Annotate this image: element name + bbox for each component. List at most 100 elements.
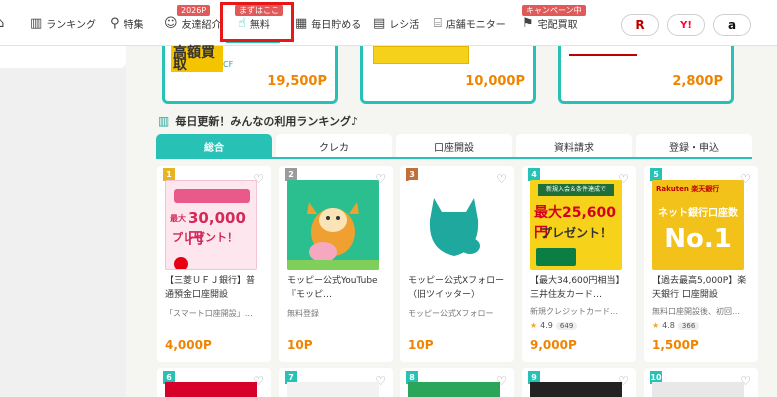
card-points: 10P bbox=[408, 338, 434, 352]
left-panel bbox=[0, 46, 126, 68]
top-nav: ⌂ ▥ ランキング ⚲ 特集 2026P ☺ 友達紹介 まずはここ ☝ 無料 ▦… bbox=[0, 0, 777, 46]
ranking-icon: ▥ bbox=[30, 15, 43, 31]
nav-label: 宅配買取 bbox=[537, 19, 578, 31]
offer-thumb: 高額買取 bbox=[171, 46, 223, 72]
offer-points: 10,000P bbox=[465, 74, 525, 89]
card-sub: 無料口座開設後、初回… bbox=[652, 307, 740, 316]
rating-value: 4.9 bbox=[540, 321, 553, 330]
mufg-logo bbox=[174, 257, 188, 269]
nav-label: 友達紹介 bbox=[181, 19, 222, 31]
card-thumbnail: 最大 30,000円 プレゼント！ bbox=[165, 180, 257, 270]
card-name: モッピー公式Xフォロー（旧ツイッター） bbox=[408, 276, 505, 300]
card-rating: ★ 4.8 366 bbox=[652, 321, 700, 330]
ranking-icon: ▥ bbox=[158, 114, 170, 128]
ranking-heading: ▥ 毎日更新！みんなの利用ランキング♪ bbox=[158, 113, 358, 129]
card-image bbox=[536, 248, 576, 266]
thumb-text: Rakuten 楽天銀行 bbox=[656, 185, 720, 193]
home-fragment[interactable]: ⌂ bbox=[0, 0, 4, 46]
tab-overall[interactable]: 総合 bbox=[156, 134, 272, 158]
card-points: 9,000P bbox=[530, 338, 577, 352]
moppy-mascot-icon bbox=[287, 202, 379, 270]
rating-value: 4.8 bbox=[662, 321, 675, 330]
rakuten-store-button[interactable]: R bbox=[621, 14, 659, 36]
highlight-box bbox=[220, 2, 294, 42]
ranking-card[interactable]: 2 ♡ モッピー公式YouTube『モッピ… 無料登録 10P bbox=[279, 166, 393, 362]
pin-icon: ⚲ bbox=[110, 15, 120, 31]
nav-item-ranking[interactable]: ▥ ランキング bbox=[30, 0, 96, 46]
card-thumbnail bbox=[408, 180, 500, 270]
yahoo-store-button[interactable]: Y! bbox=[667, 14, 705, 36]
ranking-card[interactable]: 7 ♡ bbox=[279, 368, 393, 397]
ranking-card[interactable]: 3 ♡ モッピー公式Xフォロー（旧ツイッター） モッピー公式Xフォロー 10P bbox=[400, 166, 514, 362]
ranking-title: 毎日更新！みんなの利用ランキング♪ bbox=[175, 115, 359, 128]
calendar-icon: ▦ bbox=[295, 15, 308, 31]
review-count: 649 bbox=[555, 321, 578, 330]
card-thumbnail bbox=[287, 382, 379, 397]
tab-underline bbox=[156, 157, 752, 159]
offer-thumb bbox=[569, 46, 637, 56]
ranking-card[interactable]: 4 ♡ 新規入会＆条件達成で 最大25,600円 プレゼント！ 【最大34,60… bbox=[522, 166, 636, 362]
left-gutter bbox=[0, 46, 126, 397]
offer-card[interactable]: 10,000P bbox=[360, 46, 536, 104]
nav-label: 店舗モニター bbox=[445, 19, 506, 31]
card-points: 10P bbox=[287, 338, 313, 352]
card-thumbnail bbox=[165, 382, 257, 397]
card-name: 【三菱ＵＦＪ銀行】普通預金口座開設 bbox=[165, 276, 256, 300]
tab-register[interactable]: 登録・申込 bbox=[636, 134, 752, 158]
ranking-card[interactable]: 5 ♡ Rakuten 楽天銀行 ネット銀行口座数 No.1 【過去最高5,00… bbox=[644, 166, 758, 362]
card-sub: 新規クレジットカード… bbox=[530, 307, 618, 316]
thumb-banner bbox=[174, 189, 250, 203]
nav-item-monitor[interactable]: ⌸ 店舗モニター bbox=[434, 0, 506, 46]
review-count: 366 bbox=[677, 321, 700, 330]
moppy-silhouette-icon bbox=[429, 198, 480, 256]
tab-documents[interactable]: 資料請求 bbox=[516, 134, 632, 158]
receipt-icon: ▤ bbox=[373, 15, 386, 31]
nav-item-daily[interactable]: ▦ 毎日貯める bbox=[295, 0, 361, 46]
card-sub: モッピー公式Xフォロー bbox=[408, 309, 494, 318]
ranking-card[interactable]: 9 ♡ bbox=[522, 368, 636, 397]
thumb-text: 最大 bbox=[170, 214, 186, 223]
tab-credit[interactable]: クレカ bbox=[276, 134, 392, 158]
home-icon: ⌂ bbox=[0, 15, 5, 31]
card-sub: 「スマート口座開設」… bbox=[165, 309, 253, 318]
nav-item-receipt[interactable]: ▤ レシ活 bbox=[373, 0, 419, 46]
card-thumbnail bbox=[287, 180, 379, 270]
offer-thumb bbox=[373, 46, 469, 64]
ranking-card[interactable]: 6 ♡ bbox=[157, 368, 271, 397]
offer-card[interactable]: 2,800P bbox=[558, 46, 734, 104]
nav-item-friends[interactable]: ☺ 友達紹介 bbox=[164, 0, 222, 46]
card-thumbnail bbox=[530, 382, 622, 397]
ranking-card[interactable]: 10 ♡ bbox=[644, 368, 758, 397]
card-name: モッピー公式YouTube『モッピ… bbox=[287, 276, 378, 300]
card-name: 【最大34,600円相当】三井住友カード… bbox=[530, 276, 625, 300]
card-points: 4,000P bbox=[165, 338, 212, 352]
tab-account[interactable]: 口座開設 bbox=[396, 134, 512, 158]
star-icon: ★ bbox=[530, 321, 538, 330]
card-thumbnail bbox=[652, 382, 744, 397]
offer-logo: CF bbox=[223, 60, 234, 69]
card-sub: 無料登録 bbox=[287, 309, 319, 318]
ranking-card[interactable]: 8 ♡ bbox=[400, 368, 514, 397]
card-thumbnail: Rakuten 楽天銀行 ネット銀行口座数 No.1 bbox=[652, 180, 744, 270]
card-name: 【過去最高5,000P】楽天銀行 口座開設 bbox=[652, 276, 747, 300]
ranking-card[interactable]: 1 ♡ 最大 30,000円 プレゼント！ 【三菱ＵＦＪ銀行】普通預金口座開設 … bbox=[157, 166, 271, 362]
card-rating: ★ 4.9 649 bbox=[530, 321, 578, 330]
ranking-tabs: 総合 クレカ 口座開設 資料請求 登録・申込 bbox=[156, 134, 752, 158]
friends-icon: ☺ bbox=[164, 15, 178, 31]
offer-points: 19,500P bbox=[267, 74, 327, 89]
thumb-text: プレゼント！ bbox=[172, 231, 238, 244]
thumb-text: プレゼント！ bbox=[540, 226, 613, 240]
amazon-store-button[interactable]: a bbox=[713, 14, 751, 36]
nav-item-delivery[interactable]: ⚑ 宅配買取 bbox=[522, 0, 578, 46]
offer-card[interactable]: 高額買取 CF 19,500P bbox=[162, 46, 338, 104]
nav-label: 特集 bbox=[123, 19, 144, 31]
nav-label: レシ活 bbox=[389, 19, 420, 31]
card-thumbnail bbox=[408, 382, 500, 397]
thumb-text: ネット銀行口座数 bbox=[658, 208, 738, 219]
store-icon: ⌸ bbox=[434, 15, 442, 31]
thumb-text: 新規入会＆条件達成で bbox=[538, 184, 614, 196]
nav-item-special[interactable]: ⚲ 特集 bbox=[110, 0, 144, 46]
thumb-text: No.1 bbox=[664, 224, 732, 254]
card-points: 1,500P bbox=[652, 338, 699, 352]
nav-label: ランキング bbox=[46, 19, 96, 31]
